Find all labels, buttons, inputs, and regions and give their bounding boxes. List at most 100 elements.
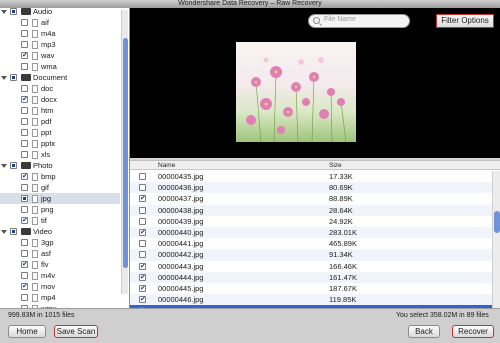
row-checkbox[interactable] xyxy=(139,283,146,294)
tree-folder-video[interactable]: Video xyxy=(0,226,120,237)
tree-item-gif[interactable]: gif xyxy=(0,182,120,193)
tree-item-m4v[interactable]: m4v xyxy=(0,270,120,281)
table-row[interactable]: 00000440.jpg 283.01K xyxy=(130,227,492,239)
checkbox[interactable] xyxy=(21,30,28,37)
tree-item-asf[interactable]: asf xyxy=(0,248,120,259)
checkbox[interactable] xyxy=(10,74,17,81)
row-checkbox[interactable] xyxy=(139,193,146,204)
checkbox[interactable] xyxy=(21,281,28,292)
checkbox[interactable] xyxy=(21,19,28,26)
disclosure-triangle-icon[interactable] xyxy=(1,164,7,168)
column-header-size[interactable]: Size xyxy=(329,161,342,170)
table-row[interactable]: 00000438.jpg 28.64K xyxy=(130,204,492,216)
checkbox[interactable] xyxy=(21,41,28,48)
checkbox[interactable] xyxy=(21,250,28,257)
checkbox[interactable] xyxy=(21,94,28,105)
row-checkbox[interactable] xyxy=(139,240,146,248)
tree-item-docx[interactable]: docx xyxy=(0,94,120,105)
checkbox[interactable] xyxy=(21,129,28,136)
sidebar-scroll-thumb[interactable] xyxy=(123,38,128,268)
checkbox[interactable] xyxy=(21,206,28,213)
tree-folder-photo[interactable]: Photo xyxy=(0,160,120,171)
checkbox[interactable] xyxy=(10,162,17,169)
tree-item-tif[interactable]: tif xyxy=(0,215,120,226)
table-row[interactable]: 00000439.jpg 24.92K xyxy=(130,216,492,227)
table-row[interactable]: 00000437.jpg 88.89K xyxy=(130,193,492,204)
tree-item-ppt[interactable]: ppt xyxy=(0,127,120,138)
checkbox[interactable] xyxy=(21,294,28,301)
row-checkbox[interactable] xyxy=(139,261,146,272)
file-size: 465.89K xyxy=(329,239,357,249)
save-scan-button[interactable]: Save Scan xyxy=(54,325,98,338)
checkbox[interactable] xyxy=(21,85,28,92)
window-title: Wondershare Data Recovery – Raw Recovery xyxy=(178,0,322,7)
back-button[interactable]: Back xyxy=(408,325,440,338)
tree-item-bmp[interactable]: bmp xyxy=(0,171,120,182)
table-row[interactable]: 00000443.jpg 166.46K xyxy=(130,261,492,272)
table-row[interactable]: 00000435.jpg 17.33K xyxy=(130,171,492,182)
tree-item-xls[interactable]: xls xyxy=(0,149,120,160)
list-scrollbar[interactable] xyxy=(492,171,500,309)
checkbox[interactable] xyxy=(21,239,28,246)
tree-item-mp4[interactable]: mp4 xyxy=(0,292,120,303)
tree-item-label: png xyxy=(41,205,54,214)
sidebar-scrollbar[interactable] xyxy=(121,10,128,294)
checkbox[interactable] xyxy=(21,195,28,202)
row-checkbox[interactable] xyxy=(139,217,146,225)
tree-item-wma[interactable]: wma xyxy=(0,61,120,72)
tree-item-aif[interactable]: aif xyxy=(0,17,120,28)
checkbox[interactable] xyxy=(10,8,17,15)
recover-button[interactable]: Recover xyxy=(452,325,494,338)
filter-options-button[interactable]: Filter Options xyxy=(436,14,494,28)
checkbox[interactable] xyxy=(21,259,28,270)
tree-item-mp3[interactable]: mp3 xyxy=(0,39,120,50)
tree-item-label: bmp xyxy=(41,172,56,181)
table-row[interactable]: 00000445.jpg 187.67K xyxy=(130,283,492,294)
home-button[interactable]: Home xyxy=(8,325,46,338)
disclosure-triangle-icon[interactable] xyxy=(1,10,7,14)
checkbox[interactable] xyxy=(21,171,28,182)
table-row[interactable]: 00000441.jpg 465.89K xyxy=(130,238,492,249)
row-checkbox[interactable] xyxy=(139,251,146,259)
row-checkbox[interactable] xyxy=(139,227,146,238)
row-checkbox[interactable] xyxy=(139,294,146,305)
checkbox[interactable] xyxy=(21,184,28,191)
file-icon xyxy=(32,183,38,192)
row-checkbox[interactable] xyxy=(139,184,146,192)
tree-item-mov[interactable]: mov xyxy=(0,281,120,292)
tree-folder-document[interactable]: Document xyxy=(0,72,120,83)
tree-item-flv[interactable]: flv xyxy=(0,259,120,270)
row-checkbox[interactable] xyxy=(139,206,146,214)
disclosure-triangle-icon[interactable] xyxy=(1,76,7,80)
checkbox[interactable] xyxy=(21,151,28,158)
tree-folder-audio[interactable]: Audio xyxy=(0,8,120,17)
row-checkbox[interactable] xyxy=(139,272,146,283)
tree-item-label: jpg xyxy=(41,194,52,203)
checkbox[interactable] xyxy=(21,63,28,70)
table-row[interactable]: 00000444.jpg 161.47K xyxy=(130,271,492,283)
tree-item-wav[interactable]: wav xyxy=(0,50,120,61)
tree-item-m4a[interactable]: m4a xyxy=(0,28,120,39)
list-scroll-thumb[interactable] xyxy=(494,211,500,233)
column-header-name[interactable]: Name xyxy=(158,161,175,170)
search-input[interactable]: File Name xyxy=(308,14,410,28)
checkbox[interactable] xyxy=(21,140,28,147)
disclosure-triangle-icon[interactable] xyxy=(1,230,7,234)
tree-item-jpg[interactable]: jpg xyxy=(0,193,120,204)
checkbox[interactable] xyxy=(21,272,28,279)
table-row[interactable]: 00000442.jpg 91.34K xyxy=(130,249,492,261)
checkbox[interactable] xyxy=(10,228,17,235)
table-row[interactable]: 00000436.jpg 80.69K xyxy=(130,182,492,194)
row-checkbox[interactable] xyxy=(139,173,146,180)
table-row[interactable]: 00000446.jpg 119.85K xyxy=(130,294,492,306)
tree-item-png[interactable]: png xyxy=(0,204,120,215)
tree-item-pdf[interactable]: pdf xyxy=(0,116,120,127)
tree-item-doc[interactable]: doc xyxy=(0,83,120,94)
checkbox[interactable] xyxy=(21,215,28,226)
tree-item-htm[interactable]: htm xyxy=(0,105,120,116)
checkbox[interactable] xyxy=(21,50,28,61)
tree-item-3gp[interactable]: 3gp xyxy=(0,237,120,248)
tree-item-pptx[interactable]: pptx xyxy=(0,138,120,149)
checkbox[interactable] xyxy=(21,118,28,125)
checkbox[interactable] xyxy=(21,107,28,114)
